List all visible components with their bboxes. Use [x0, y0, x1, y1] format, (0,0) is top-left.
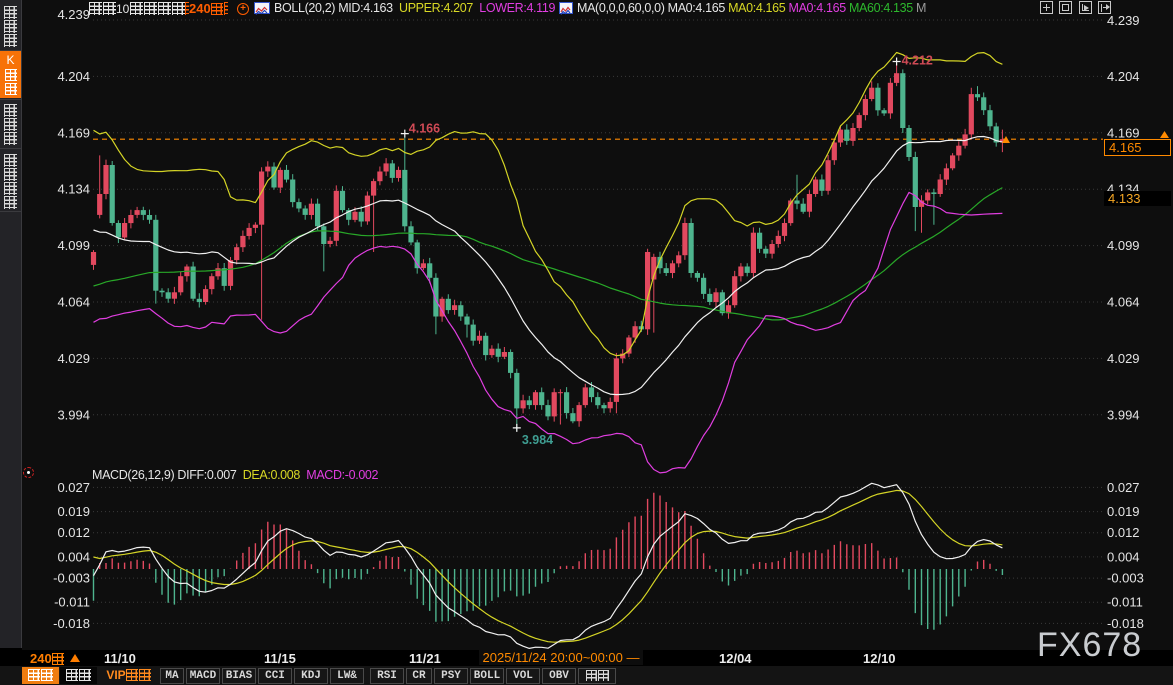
svg-text:4.204: 4.204 — [1107, 69, 1140, 84]
svg-text:0.012: 0.012 — [57, 525, 90, 540]
svg-text:4.169: 4.169 — [57, 125, 90, 140]
svg-text:0.019: 0.019 — [57, 504, 90, 519]
svg-text:3.994: 3.994 — [1107, 407, 1140, 422]
svg-text:0.004: 0.004 — [57, 549, 90, 564]
svg-text:3.994: 3.994 — [57, 407, 90, 422]
svg-text:4.134: 4.134 — [57, 182, 90, 197]
svg-text:4.029: 4.029 — [57, 351, 90, 366]
svg-text:0.027: 0.027 — [57, 480, 90, 495]
svg-text:4.212: 4.212 — [902, 54, 933, 68]
svg-text:0.012: 0.012 — [1107, 525, 1140, 540]
svg-text:4.166: 4.166 — [409, 122, 440, 136]
svg-text:4.239: 4.239 — [1107, 13, 1140, 28]
svg-text:0.004: 0.004 — [1107, 549, 1140, 564]
svg-text:0.019: 0.019 — [1107, 504, 1140, 519]
svg-text:4.064: 4.064 — [57, 295, 90, 310]
svg-text:4.099: 4.099 — [57, 238, 90, 253]
svg-text:-0.003: -0.003 — [53, 571, 90, 586]
svg-text:4.029: 4.029 — [1107, 351, 1140, 366]
svg-text:-0.011: -0.011 — [54, 595, 90, 610]
svg-text:4.204: 4.204 — [57, 69, 90, 84]
svg-text:-0.018: -0.018 — [53, 616, 90, 631]
svg-text:4.099: 4.099 — [1107, 238, 1140, 253]
svg-text:3.984: 3.984 — [522, 433, 553, 447]
svg-text:0.027: 0.027 — [1107, 480, 1140, 495]
svg-text:-0.003: -0.003 — [1107, 571, 1144, 586]
svg-text:4.064: 4.064 — [1107, 295, 1140, 310]
svg-text:4.239: 4.239 — [57, 7, 90, 22]
svg-text:-0.011: -0.011 — [1107, 595, 1143, 610]
